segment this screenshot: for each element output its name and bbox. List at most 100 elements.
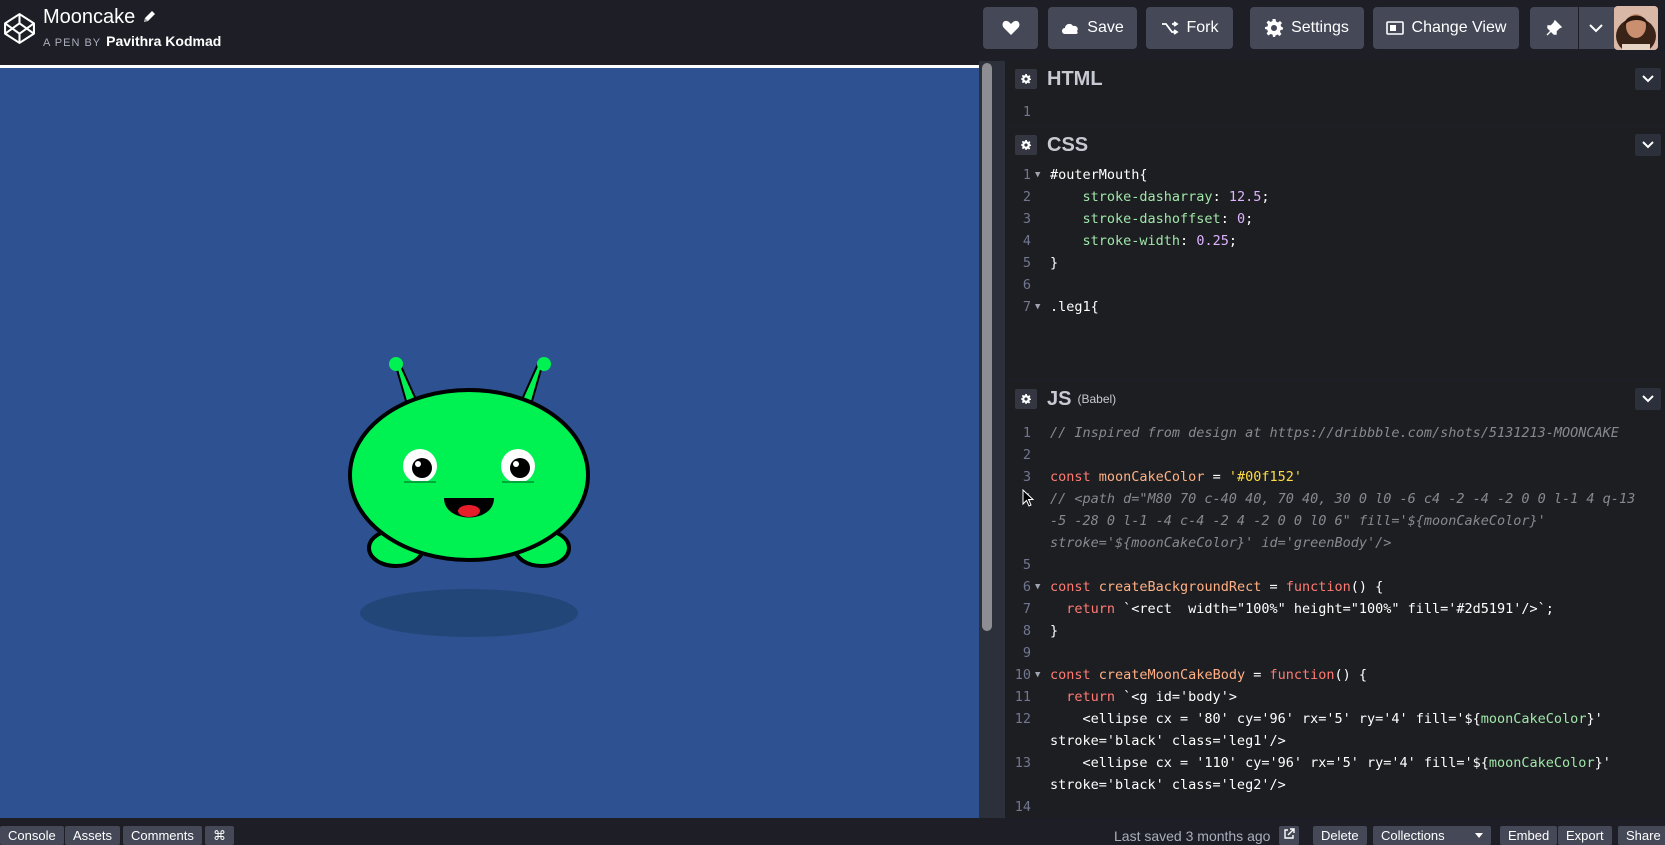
editor-panel: HTML 1 CSS 1 ▼ #outerMouth{2 stroke-dashar… — [1005, 61, 1665, 818]
js-collapse-button[interactable] — [1635, 388, 1661, 410]
code-line[interactable]: 3 const moonCakeColor = '#00f152' — [1005, 466, 1665, 488]
antenna-right-tip — [537, 357, 551, 371]
pencil-icon[interactable] — [141, 9, 157, 25]
code-token: ; — [1245, 211, 1254, 227]
pin-icon — [1546, 20, 1562, 36]
settings-button[interactable]: Settings — [1250, 7, 1364, 49]
pen-title[interactable]: Mooncake — [43, 5, 135, 29]
scrollbar-thumb[interactable] — [982, 63, 992, 631]
code-token: () { — [1350, 579, 1384, 595]
change-view-button[interactable]: Change View — [1373, 7, 1519, 49]
caret-down-icon — [1475, 833, 1483, 838]
code-token: = — [1204, 469, 1229, 485]
line-number: 13 — [1014, 755, 1031, 771]
code-line[interactable]: 2 — [1005, 444, 1665, 466]
heart-button[interactable] — [983, 7, 1038, 49]
code-line[interactable]: stroke='black' class='leg2'/> — [1005, 774, 1665, 796]
codepen-logo-icon[interactable] — [3, 12, 36, 45]
code-token: .leg1{ — [1050, 299, 1099, 315]
delete-button[interactable]: Delete — [1313, 826, 1367, 845]
author-link[interactable]: Pavithra Kodmad — [106, 33, 221, 49]
save-button[interactable]: Save — [1048, 7, 1137, 49]
code-line[interactable]: 9 — [1005, 642, 1665, 664]
code-text: <ellipse cx = '110' cy='96' rx='5' ry='4… — [1050, 752, 1611, 774]
code-line[interactable]: 5 — [1005, 554, 1665, 576]
code-line[interactable]: 7 return `<rect width="100%" height="100… — [1005, 598, 1665, 620]
code-text: } — [1050, 252, 1058, 274]
code-text: #outerMouth{ — [1050, 164, 1148, 186]
change-view-icon — [1385, 21, 1404, 35]
line-number: 2 — [1022, 189, 1031, 205]
tongue — [458, 505, 480, 517]
collections-button[interactable]: Collections — [1373, 826, 1491, 845]
assets-button[interactable]: Assets — [65, 826, 121, 845]
line-number: 1 — [1022, 104, 1031, 120]
html-code-area[interactable]: 1 — [1005, 97, 1665, 123]
code-line[interactable]: 2 stroke-dasharray: 12.5; — [1005, 186, 1665, 208]
js-editor: JS (Babel) 1 // Inspired from design at h… — [1005, 381, 1665, 818]
code-line[interactable]: 7 ▼ .leg1{ — [1005, 296, 1665, 318]
js-settings-button[interactable] — [1015, 389, 1037, 409]
code-line[interactable]: 4 stroke-width: 0.25; — [1005, 230, 1665, 252]
line-number: 12 — [1014, 711, 1031, 727]
console-button[interactable]: Console — [0, 826, 64, 845]
css-settings-button[interactable] — [1015, 135, 1037, 155]
code-line[interactable]: 1 ▼ #outerMouth{ — [1005, 164, 1665, 186]
save-button-label: Save — [1087, 19, 1124, 36]
line-number: 1 — [1022, 425, 1031, 441]
fold-arrow-icon[interactable]: ▼ — [1035, 576, 1040, 598]
code-line[interactable]: 1 — [1005, 101, 1665, 123]
fold-arrow-icon[interactable]: ▼ — [1035, 164, 1040, 186]
js-editor-title: JS — [1047, 387, 1072, 410]
code-token: createBackgroundRect — [1098, 579, 1262, 595]
pin-button[interactable] — [1530, 7, 1618, 49]
share-button[interactable]: Share — [1618, 826, 1665, 845]
html-settings-button[interactable] — [1015, 69, 1037, 89]
code-token: return — [1050, 689, 1124, 705]
code-token: function — [1269, 667, 1335, 683]
css-collapse-button[interactable] — [1635, 134, 1661, 156]
code-token: const — [1050, 667, 1099, 683]
code-line[interactable]: 8} — [1005, 620, 1665, 642]
code-line[interactable]: 4// <path d="M80 70 c-40 40, 70 40, 30 0… — [1005, 488, 1665, 510]
code-token: 12.5 — [1228, 189, 1262, 205]
open-external-button[interactable] — [1279, 826, 1299, 845]
code-line[interactable]: 1 // Inspired from design at https://drib… — [1005, 422, 1665, 444]
line-number: 11 — [1014, 689, 1031, 705]
code-line[interactable]: 11 return `<g id='body'> — [1005, 686, 1665, 708]
html-collapse-button[interactable] — [1635, 68, 1661, 90]
code-line[interactable]: -5 -28 0 l-1 -4 c-4 -2 4 -2 0 0 l0 6" fi… — [1005, 510, 1665, 532]
avatar[interactable] — [1614, 6, 1658, 50]
code-line[interactable]: stroke='black' class='leg1'/> — [1005, 730, 1665, 752]
code-token: createMoonCakeBody — [1098, 667, 1246, 683]
code-line[interactable]: 13 <ellipse cx = '110' cy='96' rx='5' ry… — [1005, 752, 1665, 774]
line-number: 6 — [1022, 277, 1031, 293]
export-button[interactable]: Export — [1558, 826, 1612, 845]
code-line[interactable]: 5} — [1005, 252, 1665, 274]
code-line[interactable]: 6 ▼ const createBackgroundRect = function(… — [1005, 576, 1665, 598]
embed-button[interactable]: Embed — [1500, 826, 1558, 845]
keyboard-shortcuts-button[interactable]: ⌘ — [205, 826, 234, 845]
code-token: return — [1050, 601, 1124, 617]
line-number: 1 — [1022, 167, 1031, 183]
code-token: moonCakeColor — [1098, 469, 1205, 485]
code-line[interactable]: 12 <ellipse cx = '80' cy='96' rx='5' ry=… — [1005, 708, 1665, 730]
js-editor-preprocessor: (Babel) — [1077, 392, 1117, 406]
code-token: stroke='black' class='leg1'/> — [1050, 733, 1286, 749]
fold-arrow-icon[interactable]: ▼ — [1035, 664, 1040, 686]
fold-arrow-icon[interactable]: ▼ — [1035, 296, 1040, 318]
code-line[interactable]: 14 — [1005, 796, 1665, 818]
code-line[interactable]: 6 — [1005, 274, 1665, 296]
chevron-down-icon[interactable] — [1589, 23, 1603, 33]
preview-frame[interactable] — [0, 65, 979, 818]
code-line[interactable]: stroke='${moonCakeColor}' id='greenBody'… — [1005, 532, 1665, 554]
code-line[interactable]: 3 stroke-dashoffset: 0; — [1005, 208, 1665, 230]
preview-scrollbar[interactable] — [979, 61, 1005, 818]
comments-button[interactable]: Comments — [123, 826, 202, 845]
cloud-icon — [1062, 23, 1079, 34]
html-editor-header: HTML — [1005, 61, 1665, 97]
fork-button[interactable]: Fork — [1146, 7, 1233, 49]
js-code-area[interactable]: 1 // Inspired from design at https://drib… — [1005, 417, 1665, 818]
css-code-area[interactable]: 1 ▼ #outerMouth{2 stroke-dasharray: 12.5; 3… — [1005, 163, 1665, 318]
code-line[interactable]: 10 ▼ const createMoonCakeBody = function()… — [1005, 664, 1665, 686]
